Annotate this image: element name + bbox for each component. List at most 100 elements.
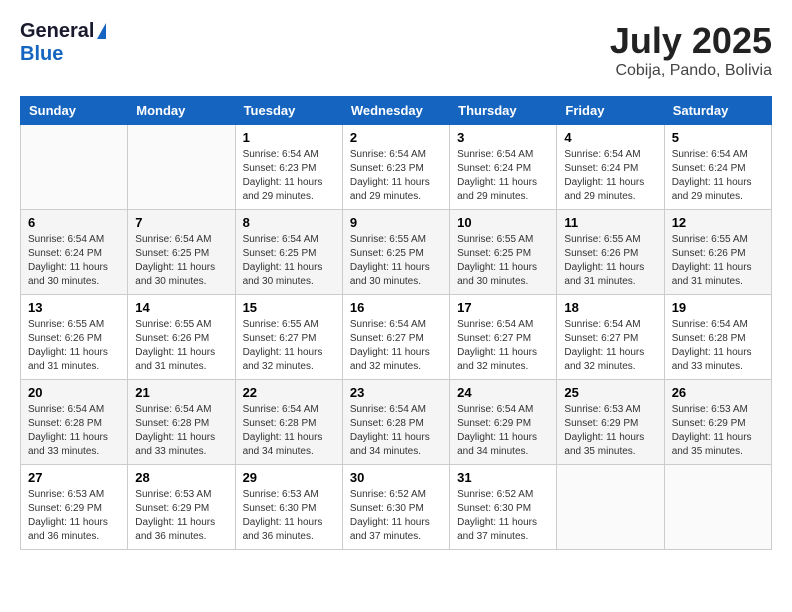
logo-general: General (20, 20, 94, 43)
day-number: 10 (457, 215, 549, 230)
day-info: Sunrise: 6:54 AM Sunset: 6:27 PM Dayligh… (564, 318, 656, 374)
calendar-cell: 4Sunrise: 6:54 AM Sunset: 6:24 PM Daylig… (557, 125, 664, 210)
calendar-cell: 17Sunrise: 6:54 AM Sunset: 6:27 PM Dayli… (450, 295, 557, 380)
day-number: 19 (672, 300, 764, 315)
day-number: 6 (28, 215, 120, 230)
month-title: July 2025 (610, 20, 772, 62)
calendar-week-3: 13Sunrise: 6:55 AM Sunset: 6:26 PM Dayli… (21, 295, 772, 380)
day-info: Sunrise: 6:55 AM Sunset: 6:26 PM Dayligh… (564, 233, 656, 289)
calendar-week-1: 1 Sunrise: 6:54 AM Sunset: 6:23 PM Daylig… (21, 125, 772, 210)
calendar-week-4: 20 Sunrise: 6:54 AM Sunset: 6:28 PM Dayli… (21, 380, 772, 465)
day-number: 11 (564, 215, 656, 230)
calendar-cell: 26 Sunrise: 6:53 AM Sunset: 6:29 PM Dayli… (664, 380, 771, 465)
calendar-cell: 12 Sunrise: 6:55 AM Sunset: 6:26 PM Dayli… (664, 210, 771, 295)
day-info: Sunrise: 6:54 AM Sunset: 6:25 PM Dayligh… (243, 233, 335, 289)
calendar-week-2: 6 Sunrise: 6:54 AM Sunset: 6:24 PM Daylig… (21, 210, 772, 295)
calendar-cell (557, 465, 664, 550)
day-info: Sunrise: 6:53 AM Sunset: 6:29 PM Dayligh… (564, 403, 656, 459)
calendar-cell: 18 Sunrise: 6:54 AM Sunset: 6:27 PM Dayli… (557, 295, 664, 380)
day-number: 5 (672, 130, 764, 145)
day-number: 15 (243, 300, 335, 315)
day-info: Sunrise: 6:54 AM Sunset: 6:23 PM Dayligh… (350, 148, 442, 204)
calendar-title-block: July 2025 Cobija, Pando, Bolivia (610, 20, 772, 80)
day-number: 3 (457, 130, 549, 145)
day-number: 2 (350, 130, 442, 145)
day-number: 30 (350, 470, 442, 485)
day-number: 26 (672, 385, 764, 400)
day-number: 20 (28, 385, 120, 400)
calendar-cell: 29 Sunrise: 6:53 AM Sunset: 6:30 PM Dayli… (235, 465, 342, 550)
calendar-cell: 30 Sunrise: 6:52 AM Sunset: 6:30 PM Dayli… (342, 465, 449, 550)
weekday-row: SundayMondayTuesdayWednesdayThursdayFrid… (21, 97, 772, 125)
weekday-header-tuesday: Tuesday (235, 97, 342, 125)
day-number: 1 (243, 130, 335, 145)
day-number: 31 (457, 470, 549, 485)
day-number: 24 (457, 385, 549, 400)
day-info: Sunrise: 6:54 AM Sunset: 6:24 PM Dayligh… (28, 233, 120, 289)
day-info: Sunrise: 6:54 AM Sunset: 6:27 PM Dayligh… (350, 318, 442, 374)
day-number: 12 (672, 215, 764, 230)
calendar-table: SundayMondayTuesdayWednesdayThursdayFrid… (20, 96, 772, 550)
calendar-cell: 10 Sunrise: 6:55 AM Sunset: 6:25 PM Dayli… (450, 210, 557, 295)
calendar-cell: 13Sunrise: 6:55 AM Sunset: 6:26 PM Dayli… (21, 295, 128, 380)
day-number: 17 (457, 300, 549, 315)
calendar-cell: 23 Sunrise: 6:54 AM Sunset: 6:28 PM Dayli… (342, 380, 449, 465)
day-info: Sunrise: 6:53 AM Sunset: 6:29 PM Dayligh… (28, 488, 120, 544)
calendar-cell: 9 Sunrise: 6:55 AM Sunset: 6:25 PM Daylig… (342, 210, 449, 295)
calendar-cell: 20Sunrise: 6:54 AM Sunset: 6:28 PM Dayli… (21, 380, 128, 465)
calendar-cell: 31 Sunrise: 6:52 AM Sunset: 6:30 PM Dayli… (450, 465, 557, 550)
day-info: Sunrise: 6:53 AM Sunset: 6:29 PM Dayligh… (672, 403, 764, 459)
calendar-cell: 14 Sunrise: 6:55 AM Sunset: 6:26 PM Dayli… (128, 295, 235, 380)
calendar-body: 1 Sunrise: 6:54 AM Sunset: 6:23 PM Daylig… (21, 125, 772, 550)
day-number: 7 (135, 215, 227, 230)
weekday-header-saturday: Saturday (664, 97, 771, 125)
day-info: Sunrise: 6:54 AM Sunset: 6:25 PM Dayligh… (135, 233, 227, 289)
day-info: Sunrise: 6:55 AM Sunset: 6:26 PM Dayligh… (28, 318, 120, 374)
calendar-cell: 16Sunrise: 6:54 AM Sunset: 6:27 PM Dayli… (342, 295, 449, 380)
day-info: Sunrise: 6:54 AM Sunset: 6:28 PM Dayligh… (135, 403, 227, 459)
day-number: 18 (564, 300, 656, 315)
day-number: 23 (350, 385, 442, 400)
page-header: General Blue July 2025 Cobija, Pando, Bo… (20, 20, 772, 80)
day-info: Sunrise: 6:55 AM Sunset: 6:27 PM Dayligh… (243, 318, 335, 374)
day-info: Sunrise: 6:54 AM Sunset: 6:23 PM Dayligh… (243, 148, 335, 204)
day-info: Sunrise: 6:54 AM Sunset: 6:29 PM Dayligh… (457, 403, 549, 459)
weekday-header-friday: Friday (557, 97, 664, 125)
day-info: Sunrise: 6:52 AM Sunset: 6:30 PM Dayligh… (457, 488, 549, 544)
day-info: Sunrise: 6:54 AM Sunset: 6:28 PM Dayligh… (672, 318, 764, 374)
calendar-cell: 7 Sunrise: 6:54 AM Sunset: 6:25 PM Daylig… (128, 210, 235, 295)
weekday-header-thursday: Thursday (450, 97, 557, 125)
day-info: Sunrise: 6:52 AM Sunset: 6:30 PM Dayligh… (350, 488, 442, 544)
day-number: 21 (135, 385, 227, 400)
day-number: 14 (135, 300, 227, 315)
calendar-week-5: 27 Sunrise: 6:53 AM Sunset: 6:29 PM Dayli… (21, 465, 772, 550)
day-info: Sunrise: 6:54 AM Sunset: 6:28 PM Dayligh… (350, 403, 442, 459)
day-info: Sunrise: 6:54 AM Sunset: 6:28 PM Dayligh… (243, 403, 335, 459)
day-number: 28 (135, 470, 227, 485)
day-number: 29 (243, 470, 335, 485)
calendar-cell: 8Sunrise: 6:54 AM Sunset: 6:25 PM Daylig… (235, 210, 342, 295)
day-number: 9 (350, 215, 442, 230)
logo-triangle-icon (97, 23, 106, 39)
day-info: Sunrise: 6:55 AM Sunset: 6:26 PM Dayligh… (135, 318, 227, 374)
calendar-cell (664, 465, 771, 550)
weekday-header-monday: Monday (128, 97, 235, 125)
calendar-cell: 2 Sunrise: 6:54 AM Sunset: 6:23 PM Daylig… (342, 125, 449, 210)
day-info: Sunrise: 6:55 AM Sunset: 6:25 PM Dayligh… (350, 233, 442, 289)
calendar-cell: 22 Sunrise: 6:54 AM Sunset: 6:28 PM Dayli… (235, 380, 342, 465)
calendar-cell: 5 Sunrise: 6:54 AM Sunset: 6:24 PM Daylig… (664, 125, 771, 210)
day-number: 22 (243, 385, 335, 400)
weekday-header-sunday: Sunday (21, 97, 128, 125)
day-info: Sunrise: 6:55 AM Sunset: 6:25 PM Dayligh… (457, 233, 549, 289)
day-info: Sunrise: 6:54 AM Sunset: 6:24 PM Dayligh… (457, 148, 549, 204)
day-info: Sunrise: 6:55 AM Sunset: 6:26 PM Dayligh… (672, 233, 764, 289)
day-info: Sunrise: 6:54 AM Sunset: 6:24 PM Dayligh… (672, 148, 764, 204)
calendar-cell (128, 125, 235, 210)
day-info: Sunrise: 6:53 AM Sunset: 6:29 PM Dayligh… (135, 488, 227, 544)
day-info: Sunrise: 6:53 AM Sunset: 6:30 PM Dayligh… (243, 488, 335, 544)
day-number: 27 (28, 470, 120, 485)
calendar-cell: 28 Sunrise: 6:53 AM Sunset: 6:29 PM Dayli… (128, 465, 235, 550)
logo: General Blue (20, 20, 106, 66)
calendar-cell: 25Sunrise: 6:53 AM Sunset: 6:29 PM Dayli… (557, 380, 664, 465)
day-number: 4 (564, 130, 656, 145)
